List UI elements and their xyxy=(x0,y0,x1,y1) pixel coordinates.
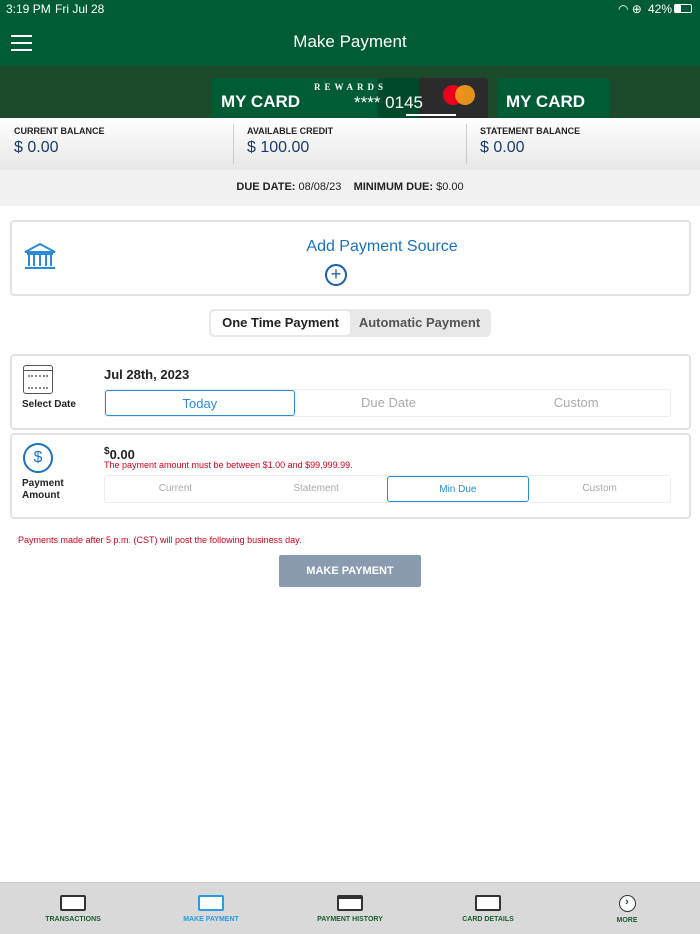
date-section: Select Date Jul 28th, 2023 Today Due Dat… xyxy=(10,354,691,430)
status-date: Fri Jul 28 xyxy=(55,2,105,16)
card-selected[interactable]: MY CARD REWARDS **** 0145 xyxy=(212,78,488,118)
amount-options: Current Statement Min Due Custom xyxy=(104,475,671,503)
make-payment-button[interactable]: MAKE PAYMENT xyxy=(279,555,421,587)
add-payment-source-label: Add Payment Source xyxy=(306,238,458,255)
card-name: MY CARD xyxy=(506,92,586,111)
calendar-icon xyxy=(23,365,53,394)
dollar-icon: $ xyxy=(23,443,53,473)
mastercard-icon-circle xyxy=(455,85,475,105)
cutoff-notice: Payments made after 5 p.m. (CST) will po… xyxy=(18,535,302,545)
battery-icon xyxy=(674,4,692,13)
page-title: Make Payment xyxy=(293,32,407,51)
chevron-right-icon: › xyxy=(618,895,636,912)
tab-more[interactable]: › MORE xyxy=(567,895,687,924)
selected-indicator xyxy=(406,114,456,116)
label: AVAILABLE CREDIT xyxy=(247,126,334,136)
select-date-label: Select Date xyxy=(22,399,76,410)
date-options: Today Due Date Custom xyxy=(104,389,671,417)
date-option-due-date[interactable]: Due Date xyxy=(295,390,483,416)
card-name: MY CARD xyxy=(221,92,301,111)
transactions-icon xyxy=(60,895,86,911)
amount-option-statement[interactable]: Statement xyxy=(246,476,387,502)
due-date-value: 08/08/23 xyxy=(298,181,342,193)
current-balance: CURRENT BALANCE $ 0.00 xyxy=(14,126,105,157)
amount-error: The payment amount must be between $1.00… xyxy=(104,460,353,470)
tab-card-details[interactable]: CARD DETAILS xyxy=(428,895,548,923)
add-payment-source[interactable]: Add Payment Source + xyxy=(10,220,691,296)
due-date-label: DUE DATE: xyxy=(236,181,296,193)
card-brand: REWARDS xyxy=(314,82,388,92)
tab-label: MAKE PAYMENT xyxy=(183,916,239,923)
label: CURRENT BALANCE xyxy=(14,126,105,136)
tab-transactions[interactable]: TRANSACTIONS xyxy=(13,895,133,923)
payment-type-toggle: One Time Payment Automatic Payment xyxy=(209,309,491,337)
wifi-icon: ◠ ⊕ xyxy=(618,2,642,16)
make-payment-icon xyxy=(198,895,224,911)
date-option-custom[interactable]: Custom xyxy=(482,390,670,416)
add-icon[interactable]: + xyxy=(325,264,347,286)
tab-make-payment[interactable]: MAKE PAYMENT xyxy=(151,895,271,923)
label: STATEMENT BALANCE xyxy=(480,126,581,136)
tab-label: MORE xyxy=(616,917,638,924)
balances-bar: CURRENT BALANCE $ 0.00 AVAILABLE CREDIT $ … xyxy=(0,118,700,170)
payment-amount-label: Payment Amount xyxy=(22,478,64,501)
selected-date: Jul 28th, 2023 xyxy=(104,367,190,382)
tab-label: PAYMENT HISTORY xyxy=(317,916,383,923)
value: $ 0.00 xyxy=(14,139,59,156)
card-next[interactable]: MY CARD xyxy=(497,78,609,118)
tab-one-time-payment[interactable]: One Time Payment xyxy=(211,311,350,335)
tab-label: CARD DETAILS xyxy=(462,916,514,923)
min-due-value: $0.00 xyxy=(436,181,464,193)
card-details-icon xyxy=(475,895,501,911)
tab-automatic-payment[interactable]: Automatic Payment xyxy=(350,311,489,335)
payment-history-icon xyxy=(337,895,363,911)
app-header: 3:19 PM Fri Jul 28 ◠ ⊕ 42% Make Payment xyxy=(0,0,700,66)
value: $ 0.00 xyxy=(480,139,525,156)
card-number: **** 0145 xyxy=(354,93,424,112)
amount-option-current[interactable]: Current xyxy=(105,476,246,502)
battery-level: 42% xyxy=(648,2,673,16)
statement-balance: STATEMENT BALANCE $ 0.00 xyxy=(480,126,580,157)
value: $ 100.00 xyxy=(247,139,310,156)
status-time: 3:19 PM xyxy=(6,2,51,16)
available-credit: AVAILABLE CREDIT $ 100.00 xyxy=(247,126,333,157)
status-bar: 3:19 PM Fri Jul 28 ◠ ⊕ 42% xyxy=(0,0,700,18)
tab-payment-history[interactable]: PAYMENT HISTORY xyxy=(290,895,410,923)
tab-bar: TRANSACTIONS MAKE PAYMENT PAYMENT HISTOR… xyxy=(0,882,700,934)
min-due-label: MINIMUM DUE: xyxy=(353,181,434,193)
tab-label: TRANSACTIONS xyxy=(45,916,101,923)
card-carousel[interactable]: MY CARD REWARDS **** 0145 MY CARD xyxy=(0,66,700,118)
date-option-today[interactable]: Today xyxy=(105,390,295,416)
amount-option-min-due[interactable]: Min Due xyxy=(386,476,530,502)
due-info: DUE DATE: 08/08/23 MINIMUM DUE: $0.00 xyxy=(0,170,700,206)
amount-section: $ Payment Amount $0.00 The payment amoun… xyxy=(10,433,691,519)
amount-option-custom[interactable]: Custom xyxy=(529,476,670,502)
